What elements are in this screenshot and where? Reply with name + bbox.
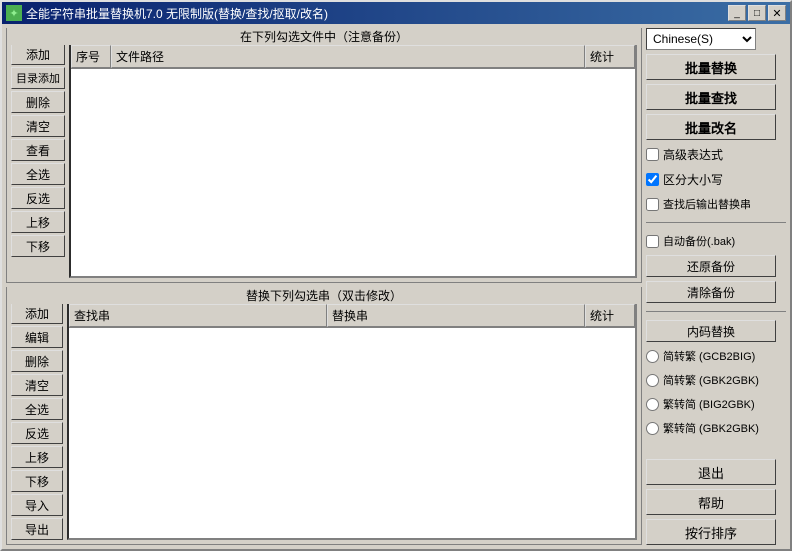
replace-move-up-button[interactable]: 上移 <box>11 446 63 468</box>
search-output-checkbox[interactable] <box>646 198 659 211</box>
title-bar-left: ✦ 全能字符串批量替换机7.0 无限制版(替换/查找/抠取/改名) <box>6 5 328 22</box>
file-clear-button[interactable]: 清空 <box>11 115 65 137</box>
replace-group-box: 替换下列勾选串（双击修改） 添加 编辑 删除 清空 全选 反选 上移 下移 导入… <box>6 287 642 545</box>
batch-search-button[interactable]: 批量查找 <box>646 84 776 110</box>
search-output-label[interactable]: 查找后输出替换串 <box>663 196 751 212</box>
replace-invert-select-button[interactable]: 反选 <box>11 422 63 444</box>
auto-backup-row: 自动备份(.bak) <box>646 233 786 249</box>
radio-jianjian-big[interactable] <box>646 350 659 363</box>
divider-2 <box>646 311 786 312</box>
case-sensitive-label[interactable]: 区分大小写 <box>663 171 723 188</box>
case-sensitive-checkbox[interactable] <box>646 173 659 186</box>
exit-button[interactable]: 退出 <box>646 459 776 485</box>
file-table: 序号 文件路径 统计 <box>69 43 637 278</box>
advanced-expr-label[interactable]: 高级表达式 <box>663 146 723 163</box>
main-content: 在下列勾选文件中（注意备份） 添加 目录添加 删除 清空 查看 全选 反选 上移… <box>2 24 790 549</box>
spacer <box>646 442 786 455</box>
title-bar: ✦ 全能字符串批量替换机7.0 无限制版(替换/查找/抠取/改名) _ □ ✕ <box>2 2 790 24</box>
radio-row-1: 简转繁 (GBK2GBK) <box>646 372 786 388</box>
file-dir-add-button[interactable]: 目录添加 <box>11 67 65 89</box>
radio-row-2: 繁转简 (BIG2GBK) <box>646 396 786 412</box>
replace-col-search: 查找串 <box>69 304 327 327</box>
title-controls: _ □ ✕ <box>728 5 786 21</box>
batch-rename-button[interactable]: 批量改名 <box>646 114 776 140</box>
replace-clear-button[interactable]: 清空 <box>11 374 63 396</box>
language-dropdown[interactable]: Chinese(S) Chinese(T) English <box>646 28 756 50</box>
radio-fanjian-big[interactable] <box>646 398 659 411</box>
replace-move-down-button[interactable]: 下移 <box>11 470 63 492</box>
replace-col-replace: 替换串 <box>327 304 585 327</box>
app-icon: ✦ <box>6 5 22 21</box>
window-title: 全能字符串批量替换机7.0 无限制版(替换/查找/抠取/改名) <box>26 5 328 22</box>
replace-edit-button[interactable]: 编辑 <box>11 326 63 348</box>
file-table-body[interactable] <box>71 69 635 276</box>
advanced-expr-row: 高级表达式 <box>646 146 786 163</box>
left-panel: 在下列勾选文件中（注意备份） 添加 目录添加 删除 清空 查看 全选 反选 上移… <box>6 28 642 545</box>
batch-replace-button[interactable]: 批量替换 <box>646 54 776 80</box>
file-col-path: 文件路径 <box>111 45 585 68</box>
close-button[interactable]: ✕ <box>768 5 786 21</box>
file-invert-select-button[interactable]: 反选 <box>11 187 65 209</box>
radio-row-3: 繁转简 (GBK2GBK) <box>646 420 786 436</box>
replace-import-button[interactable]: 导入 <box>11 494 63 516</box>
replace-group-label: 替换下列勾选串（双击修改） <box>7 287 641 304</box>
file-move-up-button[interactable]: 上移 <box>11 211 65 233</box>
file-delete-button[interactable]: 删除 <box>11 91 65 113</box>
internal-code-replace-button[interactable]: 内码替换 <box>646 320 776 342</box>
file-group-label: 在下列勾选文件中（注意备份） <box>7 28 641 45</box>
file-col-seq: 序号 <box>71 45 111 68</box>
radio-fanjian-gbk[interactable] <box>646 422 659 435</box>
file-select-all-button[interactable]: 全选 <box>11 163 65 185</box>
replace-table-body[interactable] <box>69 328 635 538</box>
minimize-button[interactable]: _ <box>728 5 746 21</box>
clear-backup-button[interactable]: 清除备份 <box>646 281 776 303</box>
file-view-button[interactable]: 查看 <box>11 139 65 161</box>
replace-group-inner: 添加 编辑 删除 清空 全选 反选 上移 下移 导入 导出 查找串 <box>11 302 637 540</box>
replace-table-header: 查找串 替换串 统计 <box>69 304 635 328</box>
auto-backup-checkbox[interactable] <box>646 235 659 248</box>
help-button[interactable]: 帮助 <box>646 489 776 515</box>
main-window: ✦ 全能字符串批量替换机7.0 无限制版(替换/查找/抠取/改名) _ □ ✕ … <box>0 0 792 551</box>
file-move-down-button[interactable]: 下移 <box>11 235 65 257</box>
case-sensitive-row: 区分大小写 <box>646 171 786 188</box>
restore-backup-button[interactable]: 还原备份 <box>646 255 776 277</box>
replace-add-button[interactable]: 添加 <box>11 302 63 324</box>
right-panel: Chinese(S) Chinese(T) English 批量替换 批量查找 … <box>646 28 786 545</box>
maximize-button[interactable]: □ <box>748 5 766 21</box>
replace-col-stat: 统计 <box>585 304 635 327</box>
file-group-inner: 添加 目录添加 删除 清空 查看 全选 反选 上移 下移 序号 文件路径 <box>11 43 637 278</box>
file-col-stat: 统计 <box>585 45 635 68</box>
radio-label-2[interactable]: 繁转简 (BIG2GBK) <box>663 396 755 412</box>
replace-select-all-button[interactable]: 全选 <box>11 398 63 420</box>
file-group-box: 在下列勾选文件中（注意备份） 添加 目录添加 删除 清空 查看 全选 反选 上移… <box>6 28 642 283</box>
replace-delete-button[interactable]: 删除 <box>11 350 63 372</box>
auto-backup-label[interactable]: 自动备份(.bak) <box>663 233 735 249</box>
replace-side-buttons: 添加 编辑 删除 清空 全选 反选 上移 下移 导入 导出 <box>11 302 63 540</box>
search-output-row: 查找后输出替换串 <box>646 196 786 212</box>
sort-by-row-button[interactable]: 按行排序 <box>646 519 776 545</box>
radio-label-0[interactable]: 简转繁 (GCB2BIG) <box>663 348 755 364</box>
divider-1 <box>646 222 786 223</box>
file-add-button[interactable]: 添加 <box>11 43 65 65</box>
radio-label-3[interactable]: 繁转简 (GBK2GBK) <box>663 420 759 436</box>
radio-row-0: 简转繁 (GCB2BIG) <box>646 348 786 364</box>
replace-export-button[interactable]: 导出 <box>11 518 63 540</box>
advanced-expr-checkbox[interactable] <box>646 148 659 161</box>
radio-jianjian-gbk[interactable] <box>646 374 659 387</box>
file-side-buttons: 添加 目录添加 删除 清空 查看 全选 反选 上移 下移 <box>11 43 65 278</box>
language-container: Chinese(S) Chinese(T) English <box>646 28 786 50</box>
radio-label-1[interactable]: 简转繁 (GBK2GBK) <box>663 372 759 388</box>
replace-table: 查找串 替换串 统计 <box>67 302 637 540</box>
file-table-header: 序号 文件路径 统计 <box>71 45 635 69</box>
